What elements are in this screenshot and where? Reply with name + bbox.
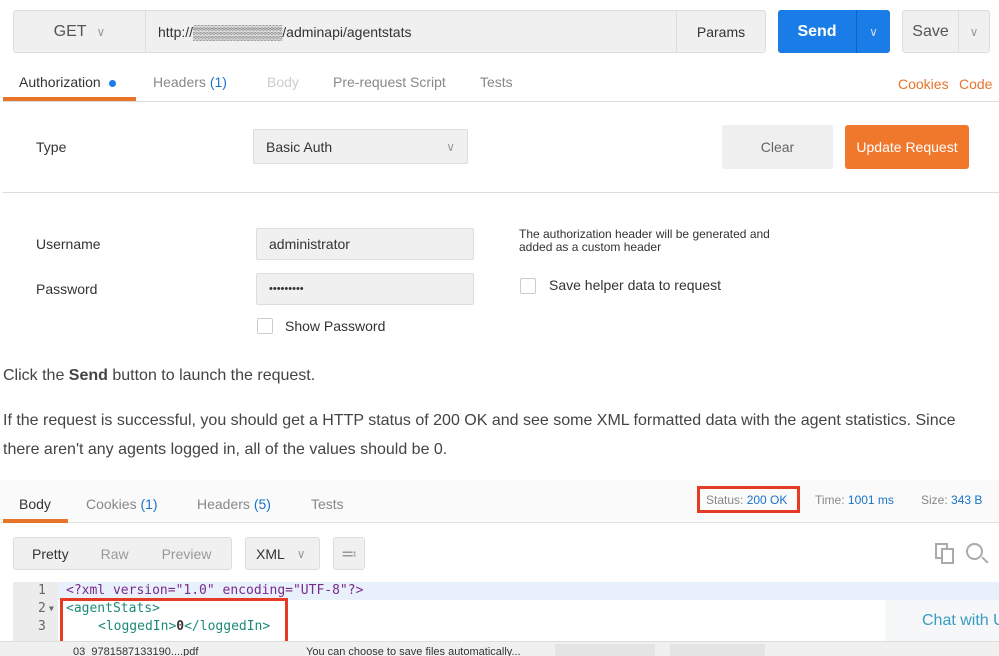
tab-response-tests[interactable]: Tests xyxy=(311,496,344,512)
divider xyxy=(3,101,999,102)
password-label: Password xyxy=(36,281,98,297)
tab-label: Authorization xyxy=(19,74,101,90)
size-label: Size: xyxy=(921,493,948,507)
tab-pre-request-script[interactable]: Pre-request Script xyxy=(333,74,446,90)
cookies-link[interactable]: Cookies xyxy=(898,76,949,92)
url-input[interactable]: http://▒▒▒▒▒▒▒▒▒/adminapi/agentstats xyxy=(145,10,677,53)
auth-type-value: Basic Auth xyxy=(266,138,333,155)
download-bar-button[interactable] xyxy=(555,644,655,656)
type-label: Type xyxy=(36,139,67,155)
clear-button[interactable]: Clear xyxy=(722,125,833,169)
tab-count: (5) xyxy=(253,496,271,512)
status-label: Status: xyxy=(706,493,744,507)
tab-count: (1) xyxy=(209,74,227,90)
wrap-icon: ≕ xyxy=(341,545,357,563)
save-helper-label: Save helper data to request xyxy=(549,277,722,293)
doc-paragraph: If the request is successful, you should… xyxy=(3,406,956,464)
chevron-down-icon: ∨ xyxy=(969,24,979,39)
doc-paragraph: Click the Send button to launch the requ… xyxy=(3,361,315,390)
send-button[interactable]: Send xyxy=(778,10,856,53)
copy-icon[interactable] xyxy=(935,543,955,565)
text: button to launch the request. xyxy=(107,367,316,384)
username-label: Username xyxy=(36,236,101,252)
time-value: 1001 ms xyxy=(847,493,894,507)
search-icon[interactable] xyxy=(966,543,990,567)
show-password-checkbox[interactable] xyxy=(257,318,273,334)
method-label: GET xyxy=(53,22,87,40)
tab-label: Headers xyxy=(153,74,206,90)
line-number: 1 xyxy=(38,583,46,598)
send-dropdown-button[interactable]: ∨ xyxy=(856,10,890,53)
save-label: Save xyxy=(912,22,949,40)
method-select[interactable]: GET ∨ xyxy=(13,10,146,53)
tab-headers[interactable]: Headers (1) xyxy=(153,74,227,90)
active-tab-underline xyxy=(3,519,68,523)
chevron-down-icon: ∨ xyxy=(96,24,106,39)
chat-widget-button[interactable]: Chat with U xyxy=(885,600,999,641)
save-button[interactable]: Save xyxy=(902,10,959,53)
size-value: 343 B xyxy=(951,493,983,507)
download-file[interactable]: 03_9781587133190....pdf xyxy=(73,646,198,656)
download-bar: 03_9781587133190....pdf You can choose t… xyxy=(0,641,999,656)
divider xyxy=(3,192,999,193)
tab-label: Headers xyxy=(197,496,250,512)
username-value: administrator xyxy=(269,236,350,252)
view-mode-group: Pretty Raw Preview xyxy=(13,537,232,570)
view-pretty[interactable]: Pretty xyxy=(32,546,69,562)
tab-body[interactable]: Body xyxy=(267,74,299,90)
bold-text: Send xyxy=(68,367,108,384)
status: Status: 200 OK xyxy=(706,493,787,507)
tab-authorization[interactable]: Authorization xyxy=(19,74,116,90)
status-value: 200 OK xyxy=(746,493,788,507)
tab-response-cookies[interactable]: Cookies (1) xyxy=(86,496,158,512)
password-input[interactable]: ••••••••• xyxy=(256,273,474,305)
status-dot-icon xyxy=(108,79,116,87)
params-button[interactable]: Params xyxy=(676,10,766,53)
username-input[interactable]: administrator xyxy=(256,228,474,260)
fold-arrow-icon[interactable]: ▼ xyxy=(49,600,54,618)
code-link[interactable]: Code xyxy=(959,76,992,92)
chevron-down-icon: ∨ xyxy=(296,546,306,561)
send-label: Send xyxy=(797,22,837,40)
format-value: XML xyxy=(256,545,285,562)
auth-info-text: The authorization header will be generat… xyxy=(519,228,770,254)
view-preview[interactable]: Preview xyxy=(162,546,212,562)
size: Size: 343 B xyxy=(921,493,982,507)
show-password-label: Show Password xyxy=(285,318,386,334)
info-line: added as a custom header xyxy=(519,240,662,254)
format-select[interactable]: XML ∨ xyxy=(245,537,320,570)
tab-label: Cookies xyxy=(86,496,137,512)
save-dropdown-button[interactable]: ∨ xyxy=(958,10,990,53)
line-number: 2 xyxy=(38,601,46,616)
line-number: 3 xyxy=(38,619,46,634)
text-line: If the request is successful, you should… xyxy=(3,412,956,429)
params-label: Params xyxy=(696,23,746,40)
time-label: Time: xyxy=(815,493,845,507)
view-raw[interactable]: Raw xyxy=(101,546,129,562)
chevron-down-icon: ∨ xyxy=(869,24,878,39)
save-helper-checkbox[interactable] xyxy=(520,278,536,294)
auth-type-select[interactable]: Basic Auth ∨ xyxy=(253,129,468,164)
text-line: there aren't any agents logged in, all o… xyxy=(3,441,448,458)
download-message: You can choose to save files automatical… xyxy=(306,646,521,656)
tab-count: (1) xyxy=(140,496,158,512)
download-bar-button[interactable] xyxy=(670,644,765,656)
time: Time: 1001 ms xyxy=(815,493,894,507)
password-value: ••••••••• xyxy=(269,283,304,295)
tab-response-headers[interactable]: Headers (5) xyxy=(197,496,271,512)
update-request-button[interactable]: Update Request xyxy=(845,125,969,169)
chevron-down-icon: ∨ xyxy=(446,139,455,154)
tab-response-body[interactable]: Body xyxy=(19,496,51,512)
url-text: http://▒▒▒▒▒▒▒▒▒/adminapi/agentstats xyxy=(158,23,412,40)
tab-tests[interactable]: Tests xyxy=(480,74,513,90)
text: Click the xyxy=(3,367,69,384)
wrap-lines-button[interactable]: ≕ xyxy=(333,537,365,570)
